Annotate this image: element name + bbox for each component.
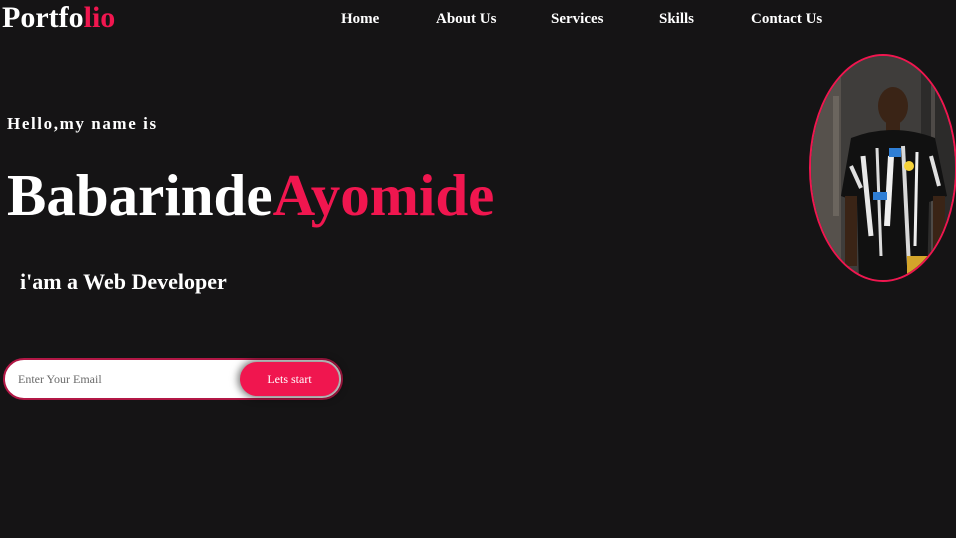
nav-home[interactable]: Home [341,9,379,29]
logo-accent-text: lio [83,1,116,34]
hero-last-name: Ayomide [272,162,495,228]
hero-role: i'am a Web Developer [20,269,227,294]
hero-first-name: Babarinde [7,162,273,228]
logo-text: Portfo [2,1,84,34]
profile-photo-illustration [811,56,955,280]
nav-about-us[interactable]: About Us [436,9,496,29]
nav-services[interactable]: Services [551,9,603,29]
hero-name: BabarindeAyomide [7,160,494,230]
nav-contact-us[interactable]: Contact Us [751,9,822,29]
lets-start-button[interactable]: Lets start [240,362,339,396]
email-signup-form: Lets start [3,358,343,400]
email-input[interactable] [18,368,228,390]
hero-greeting: Hello,my name is [7,114,158,133]
profile-photo [809,54,956,282]
nav-skills[interactable]: Skills [659,9,694,29]
logo[interactable]: Portfolio [2,0,115,36]
page: Portfolio Home About Us Services Skills … [0,0,956,538]
